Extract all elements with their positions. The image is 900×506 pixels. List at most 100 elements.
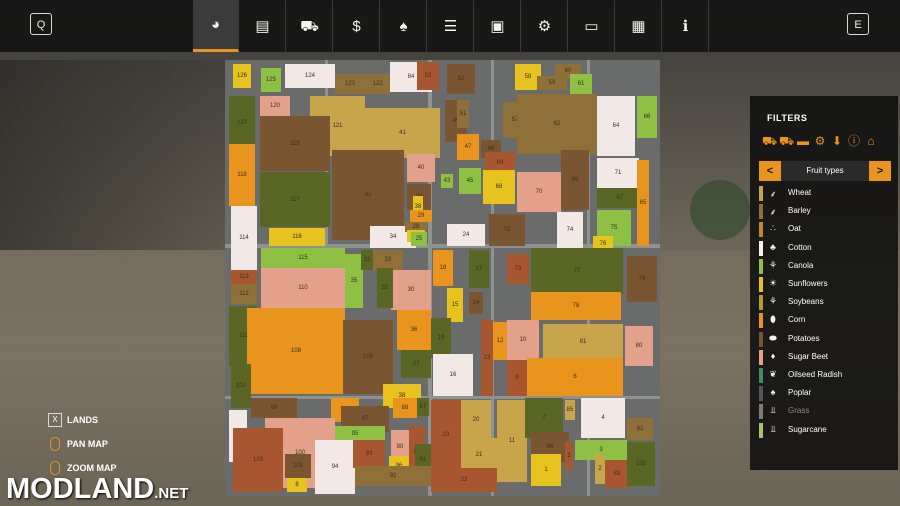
field-parcel[interactable]: 80 [625,326,653,366]
machinery-icon[interactable]: ⚙ [813,134,827,148]
next-page-key[interactable]: E [847,13,869,35]
field-parcel[interactable]: 65 [637,160,649,246]
field-parcel[interactable]: 74 [557,212,583,248]
field-parcel[interactable]: 113 [231,270,257,284]
field-parcel[interactable]: 14 [469,292,483,314]
filter-item-sugarcane[interactable]: ⫫ Sugarcane [759,422,891,438]
field-parcel[interactable]: 62 [517,94,597,154]
field-parcel[interactable]: 101 [285,454,311,478]
field-parcel[interactable]: 117 [260,172,330,227]
filter-item-barley[interactable]: ⸙ Barley [759,204,891,220]
field-parcel[interactable]: 99 [251,398,297,418]
field-parcel[interactable]: 68 [483,170,515,204]
field-parcel[interactable]: 11 [497,400,527,482]
prev-page-key[interactable]: Q [30,13,52,35]
field-parcel[interactable]: 109 [343,320,393,394]
field-parcel[interactable]: 81 [543,324,623,360]
field-parcel[interactable]: 82 [627,418,653,440]
filter-item-canola[interactable]: ⚘ Canola [759,258,891,274]
filter-item-wheat[interactable]: ⸙ Wheat [759,186,891,201]
field-parcel[interactable]: 64 [597,96,635,156]
farm-map[interactable]: 126 125 124 123 122 84 53 52 58 59 60 61 127 120 121 41… [225,60,660,496]
field-parcel[interactable]: 30 [391,270,431,310]
field-parcel[interactable]: 22 [431,468,497,492]
filter-item-potatoes[interactable]: ⬬ Potatoes [759,331,891,347]
filter-item-oilseed-radish[interactable]: ❦ Oilseed Radish [759,368,891,383]
selector-prev-button[interactable]: < [759,161,781,181]
menu-tab-contracts[interactable]: ☰ [428,0,474,52]
field-parcel[interactable]: 127 [229,96,255,150]
field-parcel[interactable]: 29 [410,210,432,222]
menu-tab-money[interactable]: $ [334,0,380,52]
field-parcel[interactable]: 13 [481,320,493,396]
field-parcel[interactable]: 47 [457,134,479,160]
menu-tab-settings-monitor[interactable]: ▭ [569,0,615,52]
field-parcel[interactable]: 72 [489,214,525,246]
field-parcel[interactable]: 9 [507,360,527,396]
field-parcel[interactable]: 78 [531,292,621,320]
field-parcel[interactable]: 110 [261,268,345,308]
warning-icon[interactable]: ⓘ [847,134,861,148]
field-parcel[interactable]: 87 [417,398,429,416]
field-parcel[interactable]: 119 [260,116,330,171]
field-parcel[interactable]: 71 [597,158,639,188]
field-parcel[interactable]: 1 [531,454,561,486]
menu-tab-help-display[interactable]: ▣ [475,0,521,52]
field-parcel[interactable]: 126 [233,64,251,88]
field-parcel[interactable]: 51 [457,100,469,128]
field-parcel[interactable]: 77 [531,248,623,294]
field-parcel[interactable]: 4 [581,398,625,438]
field-parcel[interactable]: 24 [447,224,485,246]
field-parcel[interactable]: 59 [537,76,567,90]
field-parcel[interactable]: 92 [355,466,431,486]
field-parcel[interactable]: 122 [365,74,390,94]
field-parcel[interactable]: 83 [605,460,629,488]
filter-item-sunflowers[interactable]: ☀ Sunflowers [759,277,891,292]
field-parcel[interactable]: 79 [627,256,657,302]
field-parcel[interactable]: 73 [507,254,529,284]
filter-item-grass[interactable]: ⫫ Grass [759,404,891,420]
field-parcel[interactable]: 45 [459,168,481,194]
field-parcel[interactable]: 19 [431,318,451,358]
field-parcel[interactable]: 114 [231,206,257,270]
menu-tab-info[interactable]: ℹ [663,0,709,52]
field-parcel[interactable]: 25 [411,232,427,246]
menu-tab-statistics[interactable]: ▤ [240,0,286,52]
field-parcel[interactable]: 17 [469,250,489,288]
menu-tab-cow[interactable]: ♠ [381,0,427,52]
field-parcel[interactable]: 88 [393,398,417,418]
trailer-icon[interactable]: ▬ [796,134,810,148]
lands-key[interactable]: X [48,413,62,427]
sell-point-icon[interactable]: ⬇ [830,134,844,148]
field-parcel[interactable]: 40 [407,154,435,182]
field-parcel[interactable]: 125 [261,68,281,92]
field-parcel[interactable]: 8 [287,478,307,492]
field-parcel[interactable]: 18 [433,250,453,286]
field-parcel[interactable]: 93 [353,440,385,468]
menu-tab-globe[interactable]: ◕ [193,0,239,52]
field-parcel[interactable]: 36 [397,310,431,350]
filter-item-corn[interactable]: ⬮ Corn [759,313,891,329]
field-parcel[interactable]: 85 [565,400,575,420]
field-parcel[interactable]: 107 [231,364,251,408]
field-parcel[interactable]: 61 [570,74,592,94]
field-parcel[interactable]: 53 [417,62,439,90]
field-parcel[interactable]: 52 [447,64,475,94]
field-parcel[interactable]: 2 [595,454,605,484]
menu-tab-garage[interactable]: ⚙ [522,0,568,52]
fruit-type-selector[interactable]: < Fruit types > [759,161,891,181]
home-icon[interactable]: ⌂ [864,134,878,148]
field-parcel[interactable]: 102 [627,442,655,486]
filter-item-cotton[interactable]: ♣ Cotton [759,240,891,256]
field-parcel[interactable]: 31 [377,268,393,308]
selector-next-button[interactable]: > [869,161,891,181]
menu-tab-tractor[interactable]: ⛟ [287,0,333,52]
field-parcel[interactable]: 43 [441,174,453,188]
field-parcel[interactable]: 10 [507,320,539,360]
field-parcel[interactable]: 5 [565,442,573,470]
field-parcel[interactable]: 70 [517,172,561,212]
filter-item-oat[interactable]: ∴ Oat [759,222,891,238]
field-parcel[interactable]: 66 [637,96,657,138]
field-parcel[interactable]: 118 [229,144,255,206]
field-parcel[interactable]: 124 [285,64,335,88]
